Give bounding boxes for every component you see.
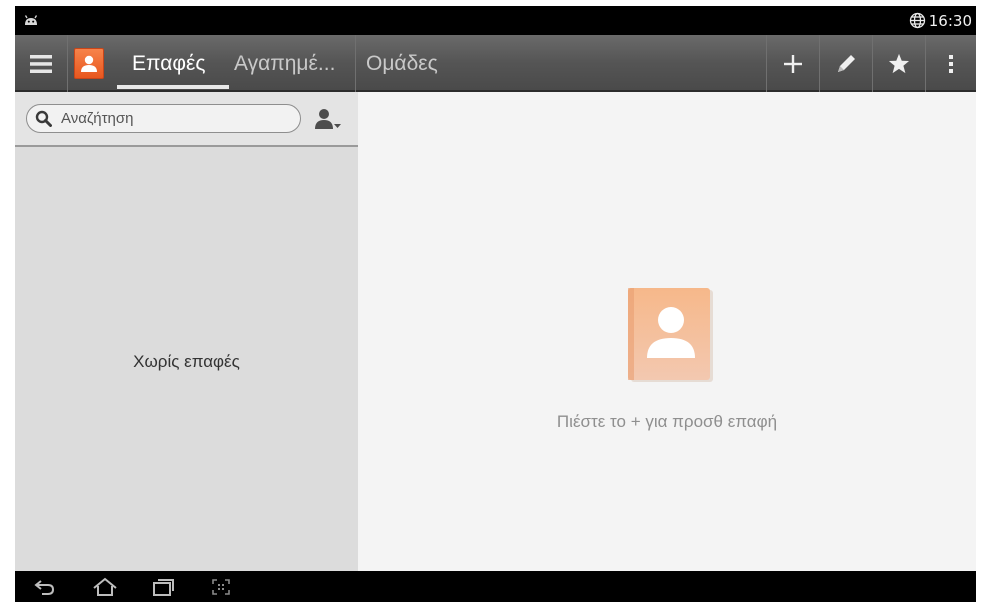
favorite-button[interactable] [873,35,925,92]
search-input[interactable]: Αναζήτηση [61,105,133,132]
action-bar: Επαφές Αγαπημέ... Ομάδες [15,35,976,92]
action-bar-divider [67,35,68,92]
recent-apps-button[interactable] [147,575,179,599]
home-icon [93,577,117,596]
contact-book-icon [620,286,716,386]
empty-list-message: Χωρίς επαφές [133,352,240,371]
search-row: Αναζήτηση [15,92,358,147]
search-icon [35,110,52,132]
tab-groups[interactable]: Ομάδες [366,35,438,92]
empty-detail-hint: Πιέστε το + για προσθ επαφή [556,412,778,431]
contacts-app-icon [74,48,104,79]
add-icon [784,54,802,73]
tablet-screen: 16:30 Επαφές Αγαπημέ... Ομάδες Αναζήτηση… [15,6,976,602]
status-bar: 16:30 [15,6,976,35]
star-icon [888,53,910,74]
person-dropdown-icon [315,109,341,129]
contact-detail-pane: Πιέστε το + για προσθ επαφή [358,92,976,571]
hamburger-menu-icon [30,54,52,73]
recent-apps-icon [153,579,174,596]
overflow-menu-button[interactable] [926,35,976,92]
back-icon [34,580,55,595]
screenshot-icon [212,579,230,595]
tab-contacts[interactable]: Επαφές [132,35,205,92]
contact-list-pane: Αναζήτηση Χωρίς επαφές [15,92,358,571]
drawer-menu-button[interactable] [15,35,67,92]
globe-icon [909,12,926,34]
back-button[interactable] [29,575,59,599]
edit-button[interactable] [820,35,872,92]
tab-favorites[interactable]: Αγαπημέ... [234,35,335,92]
search-box[interactable]: Αναζήτηση [26,104,301,133]
system-navigation-bar [15,571,976,602]
screenshot-button[interactable] [205,575,237,599]
edit-icon [838,54,855,72]
active-tab-indicator [117,85,229,89]
android-notification-icon [23,14,39,32]
home-button[interactable] [87,575,123,599]
contact-filter-button[interactable] [313,105,343,133]
overflow-menu-icon [949,54,953,73]
tab-divider [355,35,356,92]
clock: 16:30 [928,12,972,30]
add-contact-button[interactable] [767,35,819,92]
